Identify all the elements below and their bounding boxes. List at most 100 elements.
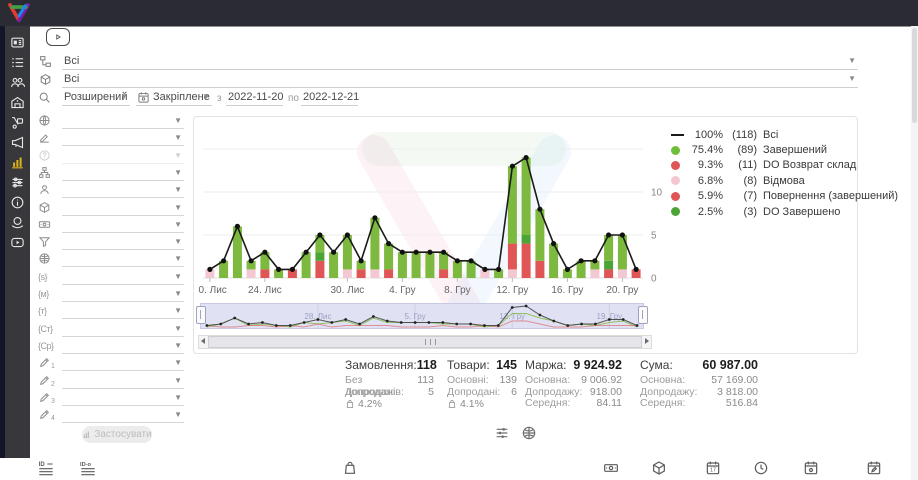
filter-select[interactable]: ▼ <box>62 304 184 319</box>
chart-scrollbar-thumb[interactable] <box>208 336 642 348</box>
legend-item[interactable]: 2.5%(3)DO Завершено <box>671 204 898 219</box>
vertical-scrollbar-thumb[interactable] <box>912 28 917 123</box>
bar-segment[interactable] <box>590 269 599 278</box>
chart-minimap[interactable]: 28. Лис5. Гру12. Гру19. Гру <box>200 303 644 331</box>
line-dot[interactable] <box>235 224 240 229</box>
bar-segment[interactable] <box>384 244 393 270</box>
line-dot[interactable] <box>579 258 584 263</box>
line-dot[interactable] <box>386 241 391 246</box>
bar-segment[interactable] <box>508 244 517 270</box>
bar-segment[interactable] <box>522 244 531 278</box>
product-select[interactable]: Всі ▼ <box>62 72 858 88</box>
filter-select[interactable]: ▼ <box>62 201 184 216</box>
bar-segment[interactable] <box>260 269 269 278</box>
bar-segment[interactable] <box>315 252 324 261</box>
sidebar-item-orders-list[interactable] <box>5 52 30 72</box>
bar-segment[interactable] <box>522 235 531 244</box>
legend-item[interactable]: 75.4%(89)Завершений <box>671 142 898 157</box>
table-column-package[interactable] <box>651 460 667 476</box>
legend-item[interactable]: 9.3%(11)DO Возврат склад <box>671 158 898 173</box>
sidebar-item-dashboard[interactable] <box>5 32 30 52</box>
line-dot[interactable] <box>551 241 556 246</box>
table-column-bag[interactable] <box>342 460 358 476</box>
filter-select[interactable]: ▼ <box>62 114 184 129</box>
bar-segment[interactable] <box>439 269 448 278</box>
bar-segment[interactable] <box>247 269 256 278</box>
scroll-right-arrow-icon[interactable] <box>645 338 649 344</box>
line-dot[interactable] <box>304 250 309 255</box>
filter-select[interactable]: ▼ <box>62 218 184 233</box>
bar-segment[interactable] <box>315 261 324 278</box>
table-column-external-id[interactable]: ID-o <box>80 460 96 476</box>
sidebar-item-settings-sliders[interactable] <box>5 172 30 192</box>
total-line[interactable] <box>210 158 636 270</box>
bar-segment[interactable] <box>370 269 379 278</box>
line-dot[interactable] <box>441 250 446 255</box>
bar-segment[interactable] <box>604 261 613 270</box>
bar-segment[interactable] <box>604 235 613 261</box>
filter-select[interactable]: ▼ <box>62 374 184 389</box>
table-column-banknote[interactable] <box>603 460 619 476</box>
line-dot[interactable] <box>565 267 570 272</box>
date-to-input[interactable]: 2022-12-21 <box>301 90 358 106</box>
minimap-handle-right[interactable] <box>638 306 648 324</box>
bar-segment[interactable] <box>618 269 627 278</box>
filter-select[interactable]: ▼ <box>62 391 184 406</box>
filter-select[interactable]: ▼ <box>62 339 184 354</box>
channel-select[interactable]: Всі ▼ <box>62 54 858 70</box>
minimap-handle-left[interactable] <box>196 306 206 324</box>
chart-scrollbar[interactable] <box>198 335 652 349</box>
bar-segment[interactable] <box>604 269 613 278</box>
filter-select[interactable]: ▼ <box>62 252 184 267</box>
line-dot[interactable] <box>524 155 529 160</box>
filter-select[interactable]: ▼ <box>62 408 184 423</box>
bar-segment[interactable] <box>618 235 627 269</box>
sidebar-item-warehouse[interactable] <box>5 92 30 112</box>
vertical-scrollbar[interactable] <box>911 26 918 480</box>
line-dot[interactable] <box>262 250 267 255</box>
filter-select[interactable]: ▼ <box>62 149 184 164</box>
line-dot[interactable] <box>414 250 419 255</box>
line-dot[interactable] <box>249 258 254 263</box>
sidebar-item-partners[interactable] <box>5 212 30 232</box>
line-dot[interactable] <box>469 258 474 263</box>
line-dot[interactable] <box>345 232 350 237</box>
sidebar-item-megaphone[interactable] <box>5 132 30 152</box>
legend-item[interactable]: 100%(118)Всі <box>671 127 898 142</box>
bar-segment[interactable] <box>329 252 338 278</box>
table-column-clock[interactable] <box>753 460 769 476</box>
line-dot[interactable] <box>592 258 597 263</box>
line-dot[interactable] <box>276 267 281 272</box>
filter-select[interactable]: ▼ <box>62 235 184 250</box>
line-dot[interactable] <box>400 250 405 255</box>
sidebar-item-analytics[interactable] <box>5 152 30 172</box>
line-dot[interactable] <box>496 267 501 272</box>
bar-segment[interactable] <box>343 269 352 278</box>
bar-segment[interactable] <box>508 166 517 243</box>
bar-segment[interactable] <box>357 269 366 278</box>
line-dot[interactable] <box>207 267 212 272</box>
table-column-id[interactable]: ID <box>38 460 54 476</box>
sidebar-item-customers[interactable] <box>5 72 30 92</box>
table-column-calendar-date[interactable]: 17 <box>705 460 721 476</box>
line-dot[interactable] <box>634 267 639 272</box>
sidebar-item-delivery[interactable] <box>5 112 30 132</box>
line-dot[interactable] <box>372 215 377 220</box>
line-dot[interactable] <box>331 250 336 255</box>
table-column-calendar-status[interactable] <box>803 460 819 476</box>
search-mode-select[interactable]: Розширений ▼ <box>62 90 130 106</box>
filter-select[interactable]: ▼ <box>62 183 184 198</box>
scroll-left-arrow-icon[interactable] <box>201 338 205 344</box>
bar-segment[interactable] <box>535 261 544 278</box>
video-help-button[interactable] <box>46 28 70 46</box>
filter-select[interactable]: ▼ <box>62 322 184 337</box>
bar-segment[interactable] <box>398 252 407 278</box>
bar-segment[interactable] <box>425 252 434 278</box>
brand-logo-icon[interactable] <box>8 3 30 23</box>
line-dot[interactable] <box>537 207 542 212</box>
filter-select[interactable]: ▼ <box>62 356 184 371</box>
line-dot[interactable] <box>427 250 432 255</box>
filter-select[interactable]: ▼ <box>62 131 184 146</box>
line-dot[interactable] <box>510 164 515 169</box>
bar-segment[interactable] <box>508 269 517 278</box>
